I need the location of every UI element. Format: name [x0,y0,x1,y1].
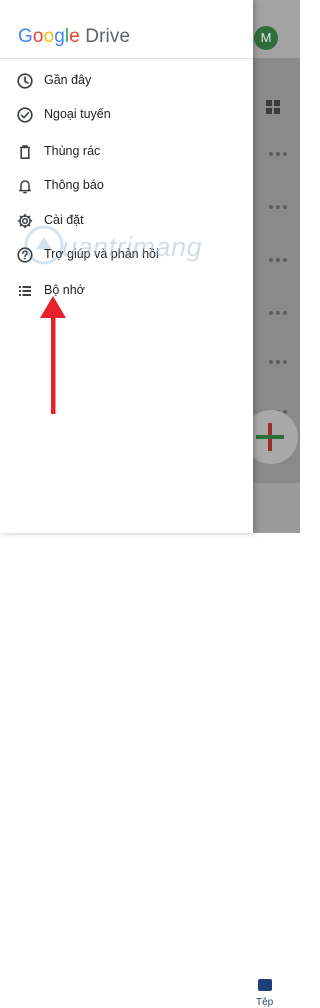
red-arrow-annotation [40,296,66,414]
more-icon[interactable] [269,311,287,315]
grid-view-icon[interactable] [266,100,280,114]
menu-item-notifications[interactable]: Thông báo [0,169,253,203]
more-icon[interactable] [269,205,287,209]
folder-icon[interactable] [258,979,272,991]
bell-icon [19,180,31,194]
menu-item-label: Bộ nhớ [44,283,85,297]
navigation-drawer: Google Drive Gần đây Ngoại tuyến Thùng r… [0,0,253,533]
menu-item-label: Ngoại tuyến [44,107,111,121]
menu-item-label: Thông báo [44,178,104,192]
avatar[interactable]: M [254,26,278,50]
offline-check-icon [17,107,33,123]
menu-item-label: Thùng rác [44,144,101,158]
menu-item-recent[interactable]: Gần đây [0,64,253,98]
more-icon[interactable] [269,360,287,364]
menu-item-label: Gần đây [44,73,92,87]
trash-icon [20,145,30,159]
menu-item-storage[interactable]: Bộ nhớ [0,274,253,308]
menu-item-label: Cài đặt [44,213,84,227]
storage-list-icon [19,286,31,296]
more-icon[interactable] [269,258,287,262]
menu-item-help-feedback[interactable]: Trợ giúp và phản hồi [0,238,253,272]
menu-item-label: Trợ giúp và phản hồi [44,247,159,261]
drawer-divider [0,58,253,59]
google-drive-logo: Google Drive [18,26,131,47]
menu-item-settings[interactable]: Cài đặt [0,204,253,238]
menu-item-offline[interactable]: Ngoại tuyến [0,98,253,132]
more-icon[interactable] [269,152,287,156]
bottom-nav-label[interactable]: Tệp [256,997,273,1008]
clock-icon [17,73,33,89]
gear-icon [17,213,33,229]
help-icon [17,247,33,263]
menu-item-trash[interactable]: Thùng rác [0,135,253,169]
